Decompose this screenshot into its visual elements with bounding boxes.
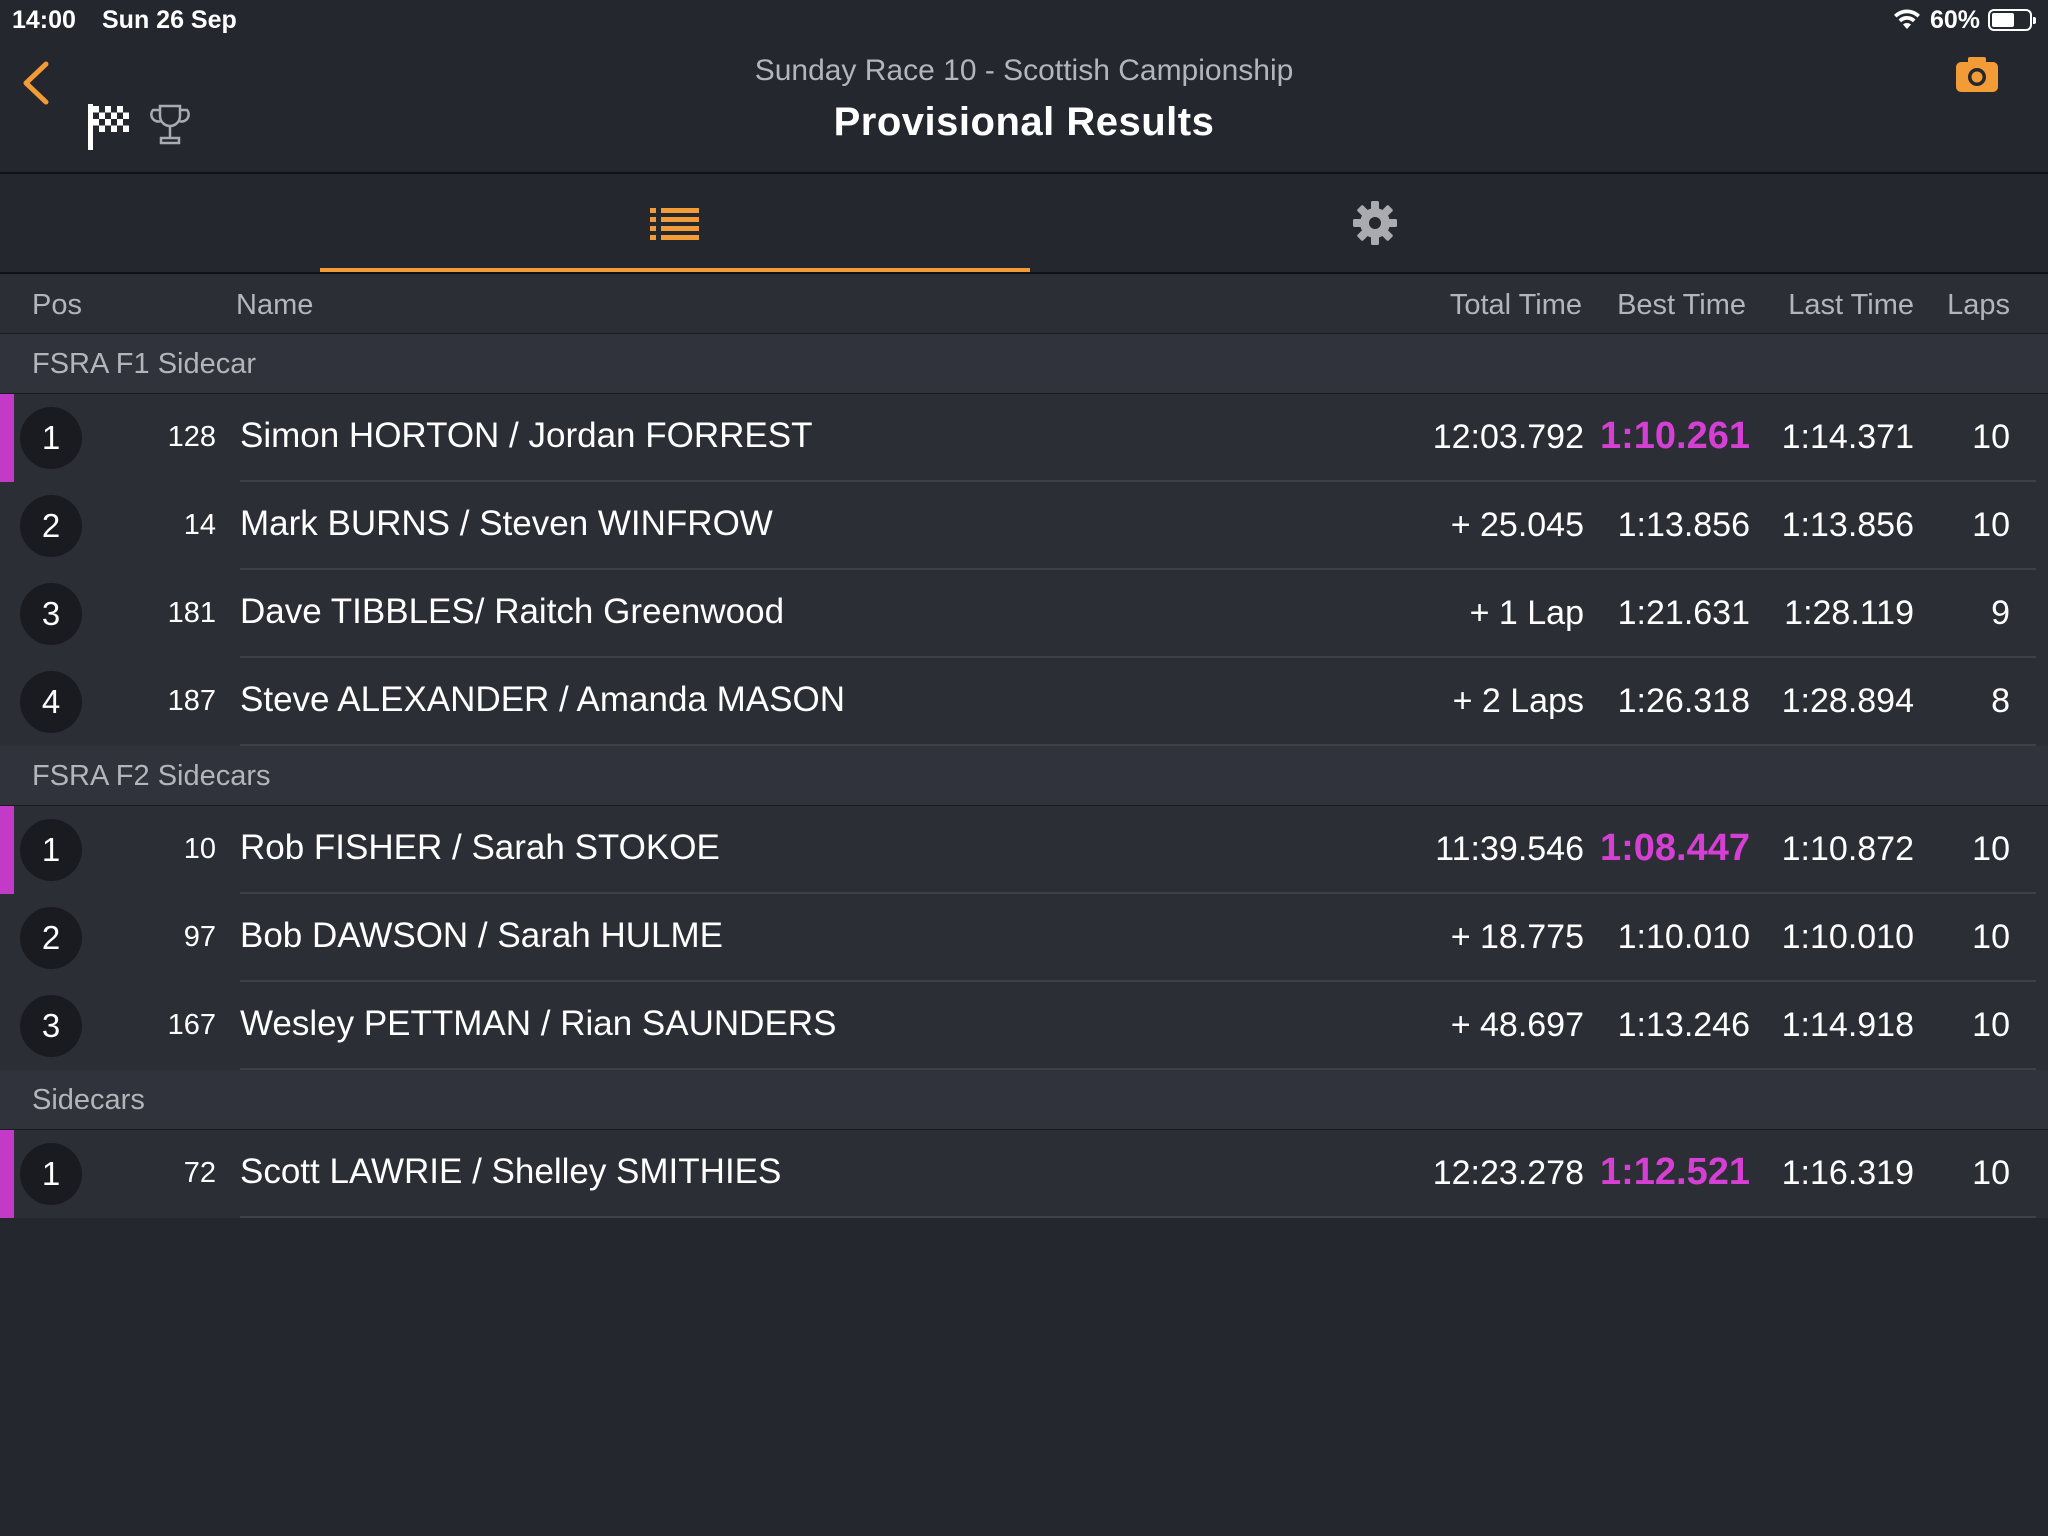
laps-count: 10 — [1972, 918, 2010, 956]
status-indicators: 60% — [1892, 5, 2036, 34]
laps-count: 10 — [1972, 1154, 2010, 1192]
driver-names: Steve ALEXANDER / Amanda MASON — [240, 680, 845, 719]
wifi-icon — [1893, 9, 1920, 29]
position-badge: 3 — [20, 995, 82, 1057]
col-laps: Laps — [1947, 289, 2010, 321]
col-best-time: Best Time — [1617, 289, 1746, 321]
class-section-header: FSRA F2 Sidecars — [0, 746, 2048, 806]
total-time: 12:23.278 — [1432, 1154, 1584, 1192]
race-number: 128 — [167, 421, 216, 453]
column-headers: Pos Name Total Time Best Time Last Time … — [0, 274, 2048, 334]
class-section-header: FSRA F1 Sidecar — [0, 334, 2048, 394]
battery-level — [1992, 13, 2014, 27]
total-time: + 1 Lap — [1469, 594, 1584, 632]
class-leader-marker — [0, 394, 14, 482]
total-time: + 18.775 — [1450, 918, 1584, 956]
last-time: 1:14.371 — [1781, 418, 1914, 456]
status-time: 14:00 — [12, 6, 76, 34]
row-divider — [240, 1216, 2036, 1218]
race-number: 14 — [183, 509, 216, 541]
last-time: 1:13.856 — [1781, 506, 1914, 544]
active-tab-indicator — [320, 268, 1030, 272]
laps-count: 10 — [1972, 506, 2010, 544]
laps-count: 10 — [1972, 418, 2010, 456]
race-number: 10 — [183, 833, 216, 865]
camera-icon[interactable] — [1954, 54, 2000, 94]
position-badge: 4 — [20, 671, 82, 733]
battery-icon — [1988, 9, 2036, 31]
tab-settings[interactable] — [1020, 174, 1730, 272]
race-number: 72 — [183, 1157, 216, 1189]
list-icon — [650, 208, 699, 240]
col-name: Name — [236, 289, 314, 321]
status-date: Sun 26 Sep — [102, 6, 237, 34]
result-row[interactable]: 2 14 Mark BURNS / Steven WINFROW + 25.045 1:… — [0, 482, 2048, 570]
battery-percent: 60% — [1929, 5, 1980, 34]
race-number: 181 — [167, 597, 216, 629]
col-pos: Pos — [32, 289, 82, 321]
last-time: 1:28.119 — [1784, 594, 1914, 632]
results-table: FSRA F1 Sidecar 1 128 Simon HORTON / Jordan… — [0, 334, 2048, 1218]
last-time: 1:28.894 — [1781, 682, 1914, 720]
result-row[interactable]: 1 10 Rob FISHER / Sarah STOKOE 11:39.546 1:0… — [0, 806, 2048, 894]
laps-count: 9 — [1991, 594, 2010, 632]
best-time: 1:26.318 — [1617, 682, 1750, 720]
best-time: 1:13.856 — [1617, 506, 1750, 544]
result-row[interactable]: 2 97 Bob DAWSON / Sarah HULME + 18.775 1:10.… — [0, 894, 2048, 982]
driver-names: Rob FISHER / Sarah STOKOE — [240, 828, 720, 867]
position-badge: 2 — [20, 495, 82, 557]
driver-names: Mark BURNS / Steven WINFROW — [240, 504, 773, 543]
gear-icon — [1353, 201, 1397, 245]
last-time: 1:16.319 — [1781, 1154, 1914, 1192]
total-time: 12:03.792 — [1432, 418, 1584, 456]
total-time: 11:39.546 — [1435, 830, 1584, 868]
col-last-time: Last Time — [1788, 289, 1914, 321]
position-badge: 1 — [20, 1143, 82, 1205]
view-tabs — [0, 174, 2048, 274]
result-row[interactable]: 3 181 Dave TIBBLES/ Raitch Greenwood + 1 La… — [0, 570, 2048, 658]
laps-count: 10 — [1972, 1006, 2010, 1044]
last-time: 1:14.918 — [1781, 1006, 1914, 1044]
driver-names: Wesley PETTMAN / Rian SAUNDERS — [240, 1004, 837, 1043]
driver-names: Dave TIBBLES/ Raitch Greenwood — [240, 592, 785, 631]
position-badge: 1 — [20, 407, 82, 469]
laps-count: 10 — [1972, 830, 2010, 868]
page-title: Provisional Results — [833, 100, 1215, 144]
row-divider — [240, 1068, 2036, 1070]
status-bar: 14:00 Sun 26 Sep 60% — [0, 0, 2048, 40]
class-leader-marker — [0, 1130, 14, 1218]
last-time: 1:10.010 — [1781, 918, 1914, 956]
race-number: 187 — [167, 685, 216, 717]
best-time: 1:12.521 — [1599, 1151, 1750, 1193]
last-time: 1:10.872 — [1781, 830, 1914, 868]
race-number: 97 — [183, 921, 216, 953]
driver-names: Scott LAWRIE / Shelley SMITHIES — [240, 1152, 782, 1191]
race-subtitle: Sunday Race 10 - Scottish Campionship — [754, 54, 1294, 87]
class-section-header: Sidecars — [0, 1070, 2048, 1130]
best-time: 1:13.246 — [1617, 1006, 1750, 1044]
best-time: 1:08.447 — [1599, 827, 1750, 869]
nav-header: Sunday Race 10 - Scottish Campionship Pr… — [0, 40, 2048, 174]
col-total-time: Total Time — [1449, 289, 1582, 321]
row-divider — [240, 744, 2036, 746]
result-row[interactable]: 3 167 Wesley PETTMAN / Rian SAUNDERS + 48.6… — [0, 982, 2048, 1070]
result-row[interactable]: 4 187 Steve ALEXANDER / Amanda MASON + 2 La… — [0, 658, 2048, 746]
position-badge: 1 — [20, 819, 82, 881]
result-row[interactable]: 1 128 Simon HORTON / Jordan FORREST 12:03.7… — [0, 394, 2048, 482]
driver-names: Simon HORTON / Jordan FORREST — [240, 416, 813, 455]
total-time: + 2 Laps — [1452, 682, 1584, 720]
result-row[interactable]: 1 72 Scott LAWRIE / Shelley SMITHIES 12:23.… — [0, 1130, 2048, 1218]
class-leader-marker — [0, 806, 14, 894]
tab-results-list[interactable] — [320, 174, 1030, 272]
position-badge: 3 — [20, 583, 82, 645]
race-number: 167 — [167, 1009, 216, 1041]
best-time: 1:10.010 — [1617, 918, 1750, 956]
laps-count: 8 — [1991, 682, 2010, 720]
total-time: + 48.697 — [1450, 1006, 1584, 1044]
best-time: 1:21.631 — [1617, 594, 1750, 632]
driver-names: Bob DAWSON / Sarah HULME — [240, 916, 724, 955]
total-time: + 25.045 — [1450, 506, 1584, 544]
best-time: 1:10.261 — [1599, 415, 1750, 457]
position-badge: 2 — [20, 907, 82, 969]
